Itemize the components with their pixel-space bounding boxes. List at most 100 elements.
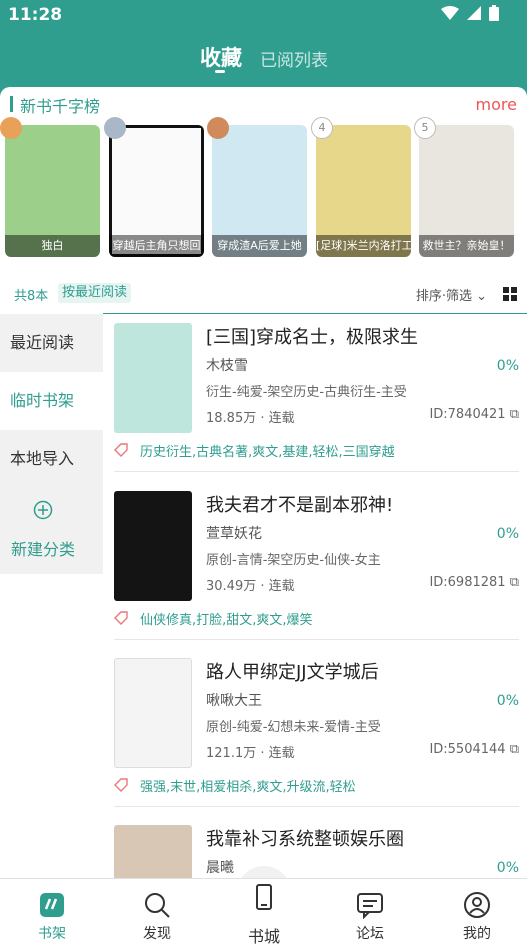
ranking-book-title: [足球]米兰内洛打工: [316, 235, 411, 257]
ranking-book-title: 独白: [5, 235, 100, 257]
user-icon: [464, 892, 490, 918]
book-item[interactable]: 我夫君才不是副本邪神! 萱草妖花 0% 原创-言情-架空历史-仙侠-女主 30.…: [114, 491, 519, 656]
silver-medal-icon: [104, 117, 126, 139]
book-divider: [114, 471, 519, 472]
copy-icon[interactable]: ⧉: [510, 575, 519, 590]
book-size: 18.85万 · 连载: [206, 411, 295, 426]
copy-icon[interactable]: ⧉: [510, 742, 519, 757]
ranking-book[interactable]: 独白: [5, 125, 100, 257]
sort-chip[interactable]: 按最近阅读: [58, 283, 132, 303]
chat-icon: [357, 893, 383, 919]
book-item[interactable]: [三国]穿成名士，极限求生 木枝雪 0% 衍生-纯爱-架空历史-古典衍生-主受 …: [114, 323, 519, 488]
book-title: 路人甲绑定JJ文学城后: [206, 662, 379, 683]
new-category-label: 新建分类: [10, 540, 75, 559]
chevron-down-icon: ⌄: [476, 289, 487, 304]
top-tabs: 收藏 已阅列表: [0, 40, 527, 80]
book-cover: [114, 658, 192, 768]
book-genre: 原创-纯爱-幻想未来-爱情-主受: [206, 720, 381, 735]
ranking-book[interactable]: 穿越后主角只想回: [109, 125, 204, 257]
signal-icon: [467, 6, 481, 20]
nav-label: 我的: [463, 926, 491, 942]
nav-forum[interactable]: 论坛: [330, 879, 410, 946]
book-tags: 强强,末世,相爱相杀,爽文,升级流,轻松: [140, 780, 356, 795]
tag-icon: [114, 443, 128, 457]
nav-discover[interactable]: 发现: [117, 879, 197, 946]
rank-badge: 5: [414, 117, 436, 139]
book-id-text: ID:7840421: [429, 407, 506, 422]
wifi-icon: [441, 6, 459, 20]
book-size: 30.49万 · 连载: [206, 579, 295, 594]
nav-label: 论坛: [356, 926, 384, 942]
book-divider: [114, 806, 519, 807]
list-top-divider: [103, 313, 527, 314]
ranking-accent-bar: [10, 96, 13, 112]
sidebar-item-local-import[interactable]: 本地导入: [0, 430, 103, 488]
copy-icon[interactable]: ⧉: [510, 407, 519, 422]
sidebar-item-temp-shelf[interactable]: 临时书架: [0, 372, 103, 430]
nav-label: 书架: [38, 926, 66, 942]
new-category-button[interactable]: 新建分类: [0, 500, 103, 574]
sidebar-item-label: 本地导入: [10, 449, 75, 468]
book-id[interactable]: ID:6981281 ⧉: [429, 575, 519, 590]
plus-circle-icon: [33, 500, 53, 520]
bookshelf-icon: [40, 893, 64, 917]
book-author: 晨曦: [206, 860, 234, 876]
ranking-book[interactable]: 穿成渣A后爱上她: [212, 125, 307, 257]
book-author: 木枝雪: [206, 358, 248, 374]
filter-row: 共8本 按最近阅读 排序·筛选 ⌄: [0, 280, 527, 308]
sidebar-item-recent[interactable]: 最近阅读: [0, 314, 103, 372]
book-count: 共8本: [14, 289, 49, 304]
book-author: 啾啾大王: [206, 693, 262, 709]
book-id[interactable]: ID:5504144 ⧉: [429, 742, 519, 757]
nav-label: 发现: [143, 926, 171, 942]
ranking-book-title: 穿越后主角只想回: [109, 235, 204, 257]
book-item[interactable]: 我靠补习系统整顿娱乐圈 晨曦 0%: [114, 825, 519, 878]
sidebar-item-label: 最近阅读: [10, 333, 75, 352]
nav-bookshelf[interactable]: 书架: [12, 879, 92, 946]
phone-book-icon: [256, 884, 272, 910]
ranking-book-title: 救世主？亲始皇！: [419, 235, 514, 257]
book-author: 萱草妖花: [206, 526, 262, 542]
nav-bookstore[interactable]: 书城: [224, 879, 304, 946]
grid-view-icon[interactable]: [503, 287, 517, 301]
book-divider: [114, 639, 519, 640]
book-tags: 仙侠修真,打脸,甜文,爽文,爆笑: [140, 613, 313, 628]
ranking-title: 新书千字榜: [20, 97, 101, 116]
status-bar: 11:28: [0, 0, 527, 30]
ranking-book[interactable]: 救世主？亲始皇！: [419, 125, 514, 257]
sort-filter-button[interactable]: 排序·筛选 ⌄: [416, 285, 487, 304]
book-genre: 原创-言情-架空历史-仙侠-女主: [206, 553, 381, 568]
book-cover: [114, 825, 192, 878]
book-cover: [114, 491, 192, 601]
ranking-book-title: 穿成渣A后爱上她: [212, 235, 307, 257]
book-progress: 0%: [496, 526, 519, 542]
tab-indicator: [215, 70, 225, 73]
ranking-book[interactable]: [足球]米兰内洛打工: [316, 125, 411, 257]
book-cover: [114, 323, 192, 433]
tab-read-list[interactable]: 已阅列表: [260, 46, 328, 71]
book-tags: 历史衍生,古典名著,爽文,基建,轻松,三国穿越: [140, 445, 395, 460]
book-size: 121.1万 · 连载: [206, 746, 295, 761]
book-title: 我靠补习系统整顿娱乐圈: [206, 829, 404, 850]
book-id-text: ID:5504144: [429, 742, 506, 757]
gold-medal-icon: [0, 117, 22, 139]
bottom-nav: 书架 发现 书城 论坛 我的: [0, 878, 527, 946]
tag-icon: [114, 778, 128, 792]
book-id-text: ID:6981281: [429, 575, 506, 590]
nav-profile[interactable]: 我的: [437, 879, 517, 946]
rank-badge: 4: [311, 117, 333, 139]
tab-favorites[interactable]: 收藏: [200, 42, 242, 72]
book-title: [三国]穿成名士，极限求生: [206, 327, 419, 348]
book-item[interactable]: 路人甲绑定JJ文学城后 啾啾大王 0% 原创-纯爱-幻想未来-爱情-主受 121…: [114, 658, 519, 823]
status-icons: [441, 5, 499, 21]
bronze-medal-icon: [207, 117, 229, 139]
book-title: 我夫君才不是副本邪神!: [206, 495, 394, 516]
tag-icon: [114, 611, 128, 625]
sort-filter-label: 排序·筛选: [415, 289, 472, 304]
book-id[interactable]: ID:7840421 ⧉: [429, 407, 519, 422]
book-genre: 衍生-纯爱-架空历史-古典衍生-主受: [206, 385, 407, 400]
book-progress: 0%: [496, 693, 519, 709]
nav-label: 书城: [247, 927, 280, 946]
book-progress: 0%: [496, 860, 519, 876]
ranking-more-link[interactable]: more: [476, 95, 517, 114]
